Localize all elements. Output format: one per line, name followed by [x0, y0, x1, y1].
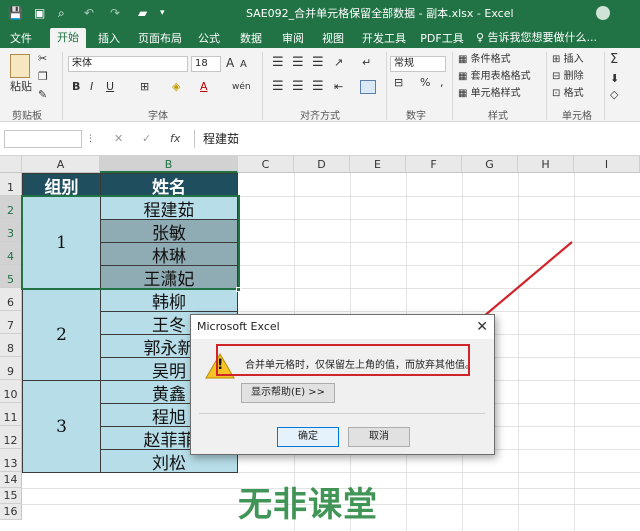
show-help-button[interactable]: 显示帮助(E) >> — [241, 383, 335, 403]
annotation-highlight-box — [216, 344, 470, 376]
dialog-title: Microsoft Excel — [191, 315, 494, 339]
cancel-button[interactable]: 取消 — [348, 427, 410, 447]
ok-button[interactable]: 确定 — [277, 427, 339, 447]
close-icon[interactable]: ✕ — [476, 318, 488, 336]
watermark-logo: 无非课堂 — [238, 485, 378, 525]
merge-warning-dialog: Microsoft Excel ✕ ! 合并单元格时，仅保留左上角的值，而放弃其… — [190, 314, 495, 455]
dialog-divider — [199, 413, 485, 414]
